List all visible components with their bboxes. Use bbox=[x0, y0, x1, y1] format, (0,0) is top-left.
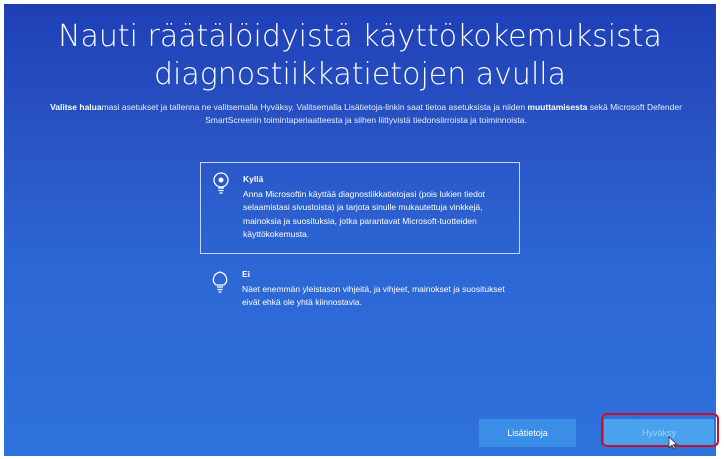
description-bold-start: Valitse halua bbox=[50, 102, 102, 112]
description-text: masi asetukset ja tallenna ne valitsemal… bbox=[101, 102, 528, 112]
oobe-screen: Nauti räätälöidyistä käyttökokemuksista … bbox=[4, 4, 716, 456]
option-yes-title: Kyllä bbox=[243, 174, 264, 184]
mouse-cursor-icon bbox=[668, 436, 678, 450]
lightbulb-off-icon bbox=[212, 271, 228, 293]
option-no[interactable]: Ei Näet enemmän yleistason vihjeitä, ja … bbox=[200, 262, 520, 322]
title-line-2: diagnostiikkatietojen avulla bbox=[153, 57, 567, 92]
accept-button-highlight bbox=[601, 413, 719, 447]
page-title: Nauti räätälöidyistä käyttökokemuksista … bbox=[4, 18, 716, 94]
title-line-1: Nauti räätälöidyistä käyttökokemuksista bbox=[58, 19, 662, 54]
lightbulb-on-icon bbox=[213, 172, 229, 194]
option-no-title: Ei bbox=[242, 269, 251, 279]
page-description: Valitse haluamasi asetukset ja tallenna … bbox=[34, 101, 698, 127]
option-yes-description: Anna Microsoftin käyttää diagnostiikkati… bbox=[243, 188, 485, 240]
option-yes[interactable]: Kyllä Anna Microsoftin käyttää diagnosti… bbox=[200, 162, 520, 254]
description-bold-word: muuttamisesta bbox=[527, 102, 588, 112]
more-info-button[interactable]: Lisätietoja bbox=[479, 419, 576, 447]
option-no-description: Näet enemmän yleistason vihjeitä, ja vih… bbox=[242, 283, 505, 308]
